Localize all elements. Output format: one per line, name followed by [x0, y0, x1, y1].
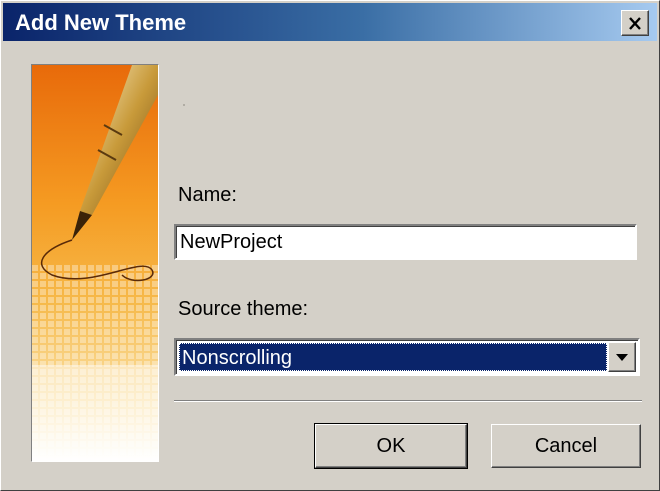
name-input[interactable]	[180, 229, 620, 255]
close-icon	[629, 16, 641, 30]
source-theme-select[interactable]: Nonscrolling	[174, 338, 640, 376]
dropdown-button[interactable]	[608, 342, 636, 372]
name-field[interactable]	[174, 224, 637, 260]
close-button[interactable]	[621, 10, 649, 36]
add-new-theme-dialog: Add New Theme Name: NewProject Source th…	[0, 0, 660, 491]
source-theme-label: Source theme:	[178, 298, 309, 320]
fountain-pen-illustration	[31, 64, 159, 462]
ok-button[interactable]: OK	[314, 423, 468, 469]
separator	[174, 400, 642, 402]
chevron-down-icon	[616, 353, 628, 361]
pen-art-svg	[32, 65, 158, 461]
decorative-dot	[183, 104, 185, 106]
cancel-button[interactable]: Cancel	[491, 424, 641, 468]
name-label: Name:	[178, 184, 237, 206]
title-bar[interactable]: Add New Theme	[3, 3, 657, 41]
source-theme-value[interactable]: Nonscrolling	[179, 343, 607, 371]
window-title: Add New Theme	[15, 10, 187, 35]
